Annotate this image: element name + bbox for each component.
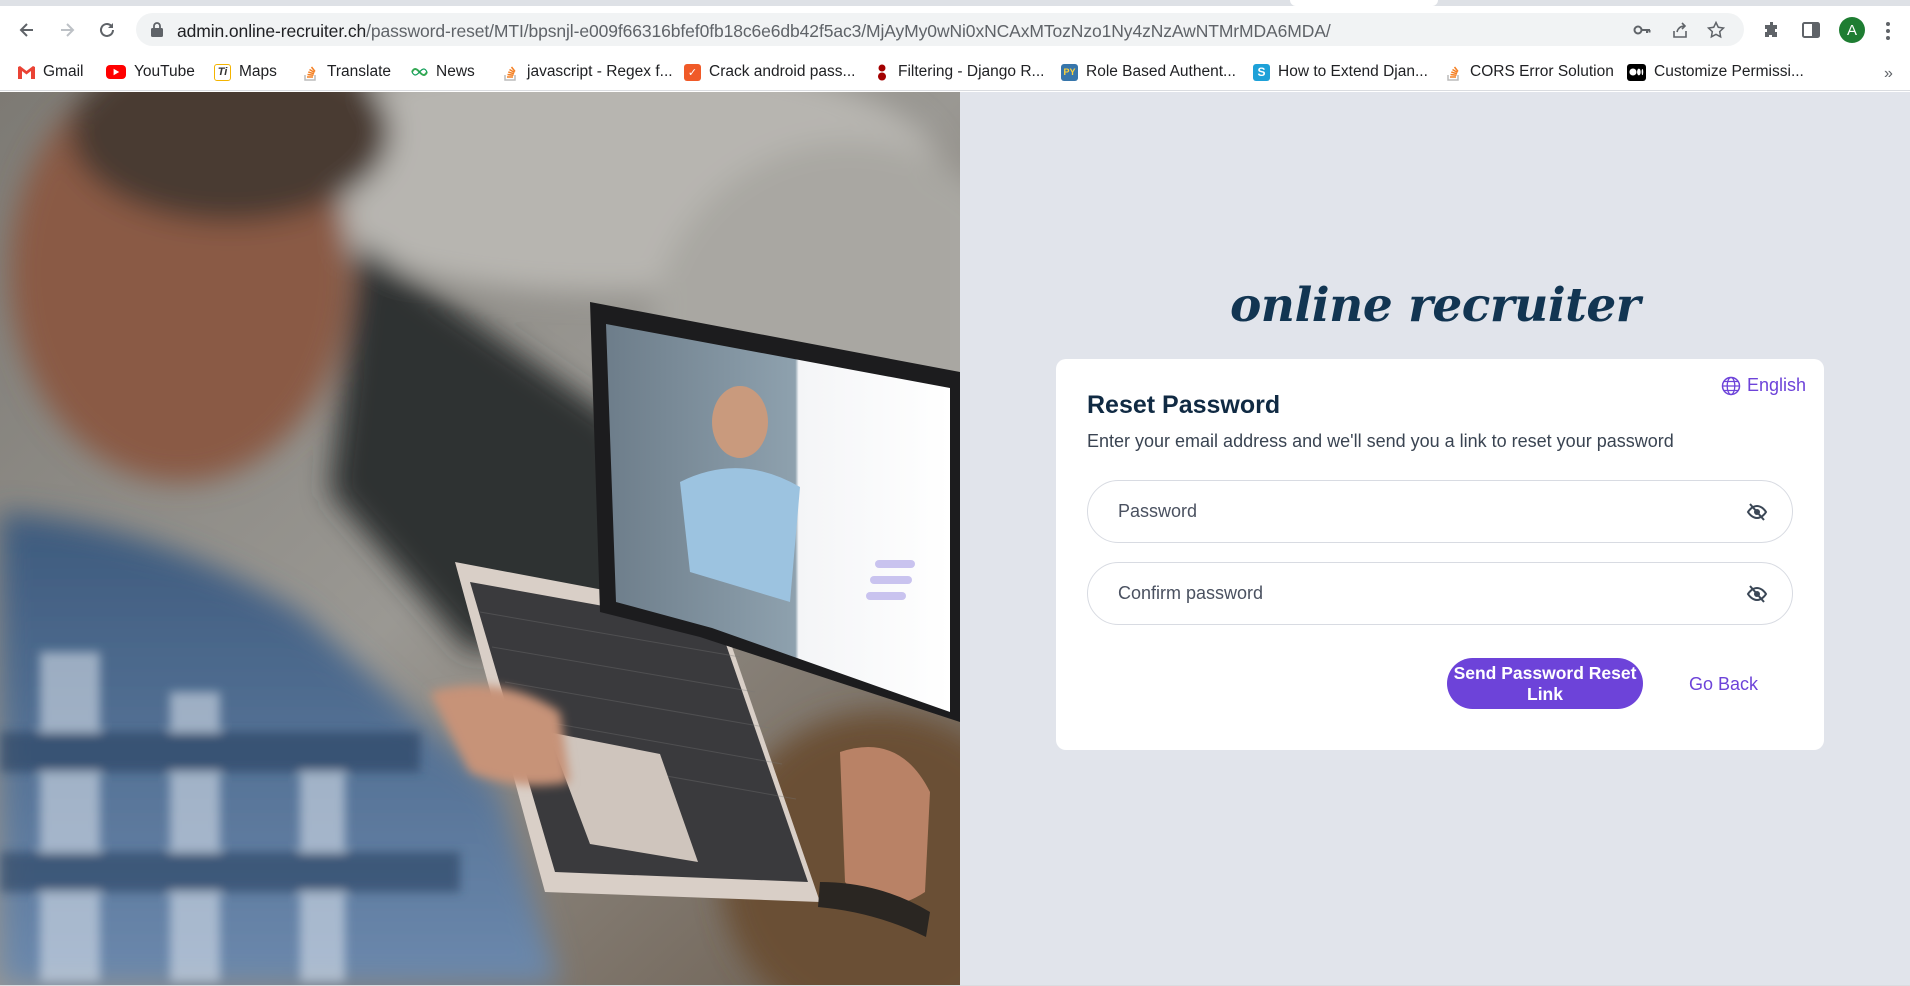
globe-icon: [1721, 376, 1741, 395]
url-domain: admin.online-recruiter.ch: [177, 21, 367, 41]
extensions-icon[interactable]: [1762, 20, 1782, 40]
language-selector[interactable]: English: [1721, 375, 1806, 396]
s-icon: S: [1253, 63, 1270, 81]
bookmark-django-filtering[interactable]: Filtering - Django R...: [873, 59, 1044, 85]
bookmark-maps[interactable]: Ti Maps: [214, 59, 277, 85]
brand-logo: online recruiter: [1229, 278, 1641, 333]
bookmarks-bar: Gmail YouTube Ti Maps Translate News jav…: [0, 53, 1910, 91]
bookmark-customize-permissions[interactable]: Customize Permissi...: [1627, 59, 1804, 85]
go-back-link[interactable]: Go Back: [1689, 674, 1758, 695]
bookmark-label: News: [436, 63, 475, 80]
bookmark-label: Filtering - Django R...: [898, 63, 1045, 80]
bookmark-crack-android[interactable]: ✓ Crack android pass...: [684, 59, 855, 85]
more-bookmarks-icon[interactable]: »: [1884, 65, 1893, 83]
bookmark-translate[interactable]: Translate: [302, 59, 391, 85]
back-icon[interactable]: [12, 15, 42, 45]
key-icon[interactable]: [1633, 21, 1651, 39]
eye-off-icon[interactable]: [1746, 583, 1768, 605]
page-subtitle: Enter your email address and we'll send …: [1087, 431, 1674, 451]
bookmark-label: javascript - Regex f...: [527, 63, 673, 80]
bookmark-gmail[interactable]: Gmail: [18, 59, 83, 85]
bookmark-youtube[interactable]: YouTube: [106, 59, 195, 85]
side-panel-icon[interactable]: [1801, 20, 1821, 40]
share-icon[interactable]: [1671, 21, 1689, 39]
reset-password-card: English Reset Password Enter your email …: [1056, 359, 1824, 750]
confirm-password-field: [1087, 562, 1793, 625]
bookmark-regex[interactable]: javascript - Regex f...: [502, 59, 673, 85]
bookmark-label: How to Extend Djan...: [1278, 63, 1428, 80]
menu-icon[interactable]: [1886, 22, 1890, 40]
bookmark-news[interactable]: News: [411, 59, 475, 85]
url-text: admin.online-recruiter.ch/password-reset…: [177, 21, 1331, 42]
send-reset-link-button[interactable]: Send Password Reset Link: [1447, 658, 1643, 709]
bookmark-label: Customize Permissi...: [1654, 63, 1804, 80]
bookmark-role-based[interactable]: PY Role Based Authent...: [1061, 59, 1236, 85]
hero-illustration: [0, 92, 960, 985]
bookmark-label: Crack android pass...: [709, 63, 856, 80]
bookmark-label: Maps: [239, 63, 277, 80]
python-icon: PY: [1061, 63, 1078, 81]
django-rest-icon: [873, 64, 890, 81]
lock-icon: [151, 22, 163, 37]
forward-icon[interactable]: [52, 15, 82, 45]
eye-off-icon[interactable]: [1746, 501, 1768, 523]
url-path: /password-reset/MTI/bpsnjl-e009f66316bfe…: [366, 21, 1331, 41]
password-input[interactable]: [1118, 481, 1718, 542]
bookmark-label: YouTube: [134, 63, 195, 80]
bookmark-label: CORS Error Solution: [1470, 63, 1614, 80]
stackoverflow-icon: [1445, 64, 1462, 81]
hero-image: [0, 92, 960, 985]
shield-icon: ✓: [684, 63, 701, 81]
bookmark-star-icon[interactable]: [1707, 21, 1725, 39]
gmail-icon: [18, 64, 35, 81]
bookmark-label: Gmail: [43, 63, 84, 80]
reload-icon[interactable]: [92, 15, 122, 45]
stackoverflow-icon: [502, 64, 519, 81]
address-bar[interactable]: admin.online-recruiter.ch/password-reset…: [136, 13, 1744, 46]
youtube-icon: [106, 65, 126, 79]
page-title: Reset Password: [1087, 391, 1281, 419]
profile-avatar[interactable]: A: [1839, 17, 1865, 43]
bookmark-label: Translate: [327, 63, 392, 80]
bookmark-extend-django[interactable]: S How to Extend Djan...: [1253, 59, 1428, 85]
page-content: online recruiter English Reset Password …: [0, 92, 1910, 985]
bookmark-cors[interactable]: CORS Error Solution: [1445, 59, 1614, 85]
language-label: English: [1746, 375, 1806, 395]
browser-toolbar: admin.online-recruiter.ch/password-reset…: [0, 6, 1910, 53]
reset-pane: online recruiter English Reset Password …: [960, 92, 1910, 985]
password-field: [1087, 480, 1793, 543]
medium-icon: [1627, 63, 1646, 81]
maps-icon: Ti: [214, 63, 231, 81]
stackoverflow-icon: [302, 64, 319, 81]
bookmark-label: Role Based Authent...: [1086, 63, 1236, 80]
news-icon: [411, 64, 428, 81]
confirm-password-input[interactable]: [1118, 563, 1718, 624]
